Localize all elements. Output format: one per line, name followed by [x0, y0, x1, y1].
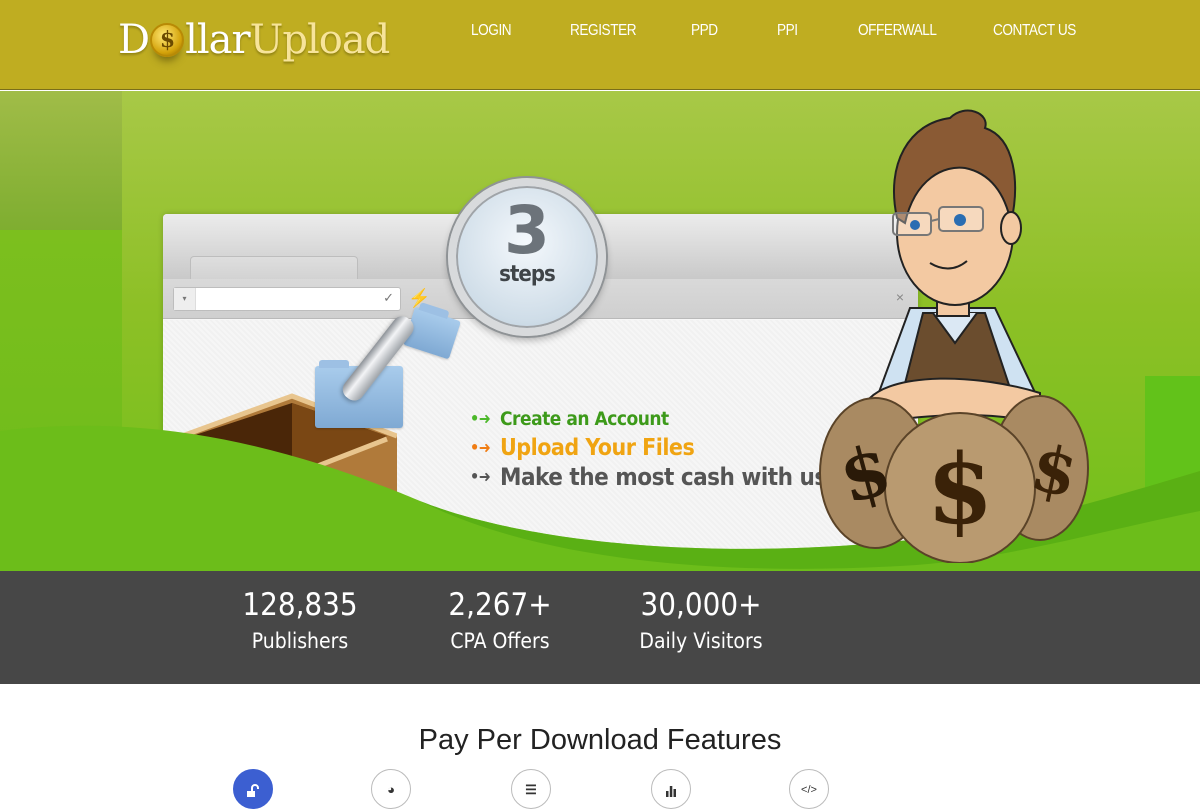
nav-ppi[interactable]: PPI: [777, 22, 798, 40]
nav-login[interactable]: LOGIN: [471, 22, 512, 40]
site-header: D $ llar Upload LOGIN REGISTER PPD PPI O…: [0, 0, 1200, 90]
features-title: Pay Per Download Features: [418, 724, 782, 756]
bar-chart-icon[interactable]: [651, 769, 691, 809]
main-nav: LOGIN REGISTER PPD PPI OFFERWALL CONTACT…: [0, 22, 1200, 46]
arrow-right-icon: •➜: [470, 438, 491, 457]
features-section: Pay Per Download Features ◕ ☰ </>: [0, 684, 1200, 809]
step-text: Upload Your Files: [500, 434, 695, 461]
dropdown-arrow-icon: ▾: [174, 288, 196, 310]
arrow-right-icon: •➜: [470, 409, 491, 428]
nav-contact-us[interactable]: CONTACT US: [993, 22, 1076, 40]
nav-ppd[interactable]: PPD: [691, 22, 718, 40]
magnifier-illustration: 3 steps: [448, 178, 606, 336]
hero-banner: ▾ ✓ ⚡ × 3 steps •➜ Create an Account •➜ …: [0, 91, 1200, 571]
check-icon: ✓: [383, 290, 394, 305]
address-bar: ▾ ✓: [173, 287, 401, 311]
steps-label: steps: [499, 262, 556, 287]
stat-value: 30,000+: [640, 587, 762, 623]
step-create-account: •➜ Create an Account: [470, 404, 827, 433]
stat-value: 2,267+: [448, 587, 552, 623]
nav-register[interactable]: REGISTER: [570, 22, 637, 40]
stat-value: 128,835: [242, 587, 358, 623]
stat-daily-visitors: 30,000+ Daily Visitors: [611, 585, 791, 657]
code-icon[interactable]: </>: [789, 769, 829, 809]
stats-bar: 128,835 Publishers 2,267+ CPA Offers 30,…: [0, 571, 1200, 684]
step-text: Create an Account: [500, 407, 669, 430]
step-make-cash: •➜ Make the most cash with us: [470, 462, 827, 491]
arrow-right-icon: •➜: [470, 467, 491, 486]
list-icon[interactable]: ☰: [511, 769, 551, 809]
steps-count: 3: [504, 192, 550, 269]
steps-list: •➜ Create an Account •➜ Upload Your File…: [470, 404, 827, 491]
browser-tab: [190, 256, 358, 280]
step-text: Make the most cash with us: [500, 462, 827, 491]
mascot-illustration: $ $ $: [819, 109, 1089, 563]
stat-publishers: 128,835 Publishers: [210, 585, 390, 657]
dashboard-icon[interactable]: ◕: [371, 769, 411, 809]
unlock-icon[interactable]: [233, 769, 273, 809]
svg-text:$: $: [927, 433, 994, 546]
step-upload-files: •➜ Upload Your Files: [470, 433, 827, 462]
stat-label: Publishers: [251, 629, 349, 653]
stat-label: CPA Offers: [450, 629, 550, 653]
stat-cpa-offers: 2,267+ CPA Offers: [410, 585, 590, 657]
bg-tile: [0, 91, 122, 230]
nav-offerwall[interactable]: OFFERWALL: [858, 22, 937, 40]
stat-label: Daily Visitors: [639, 629, 763, 653]
